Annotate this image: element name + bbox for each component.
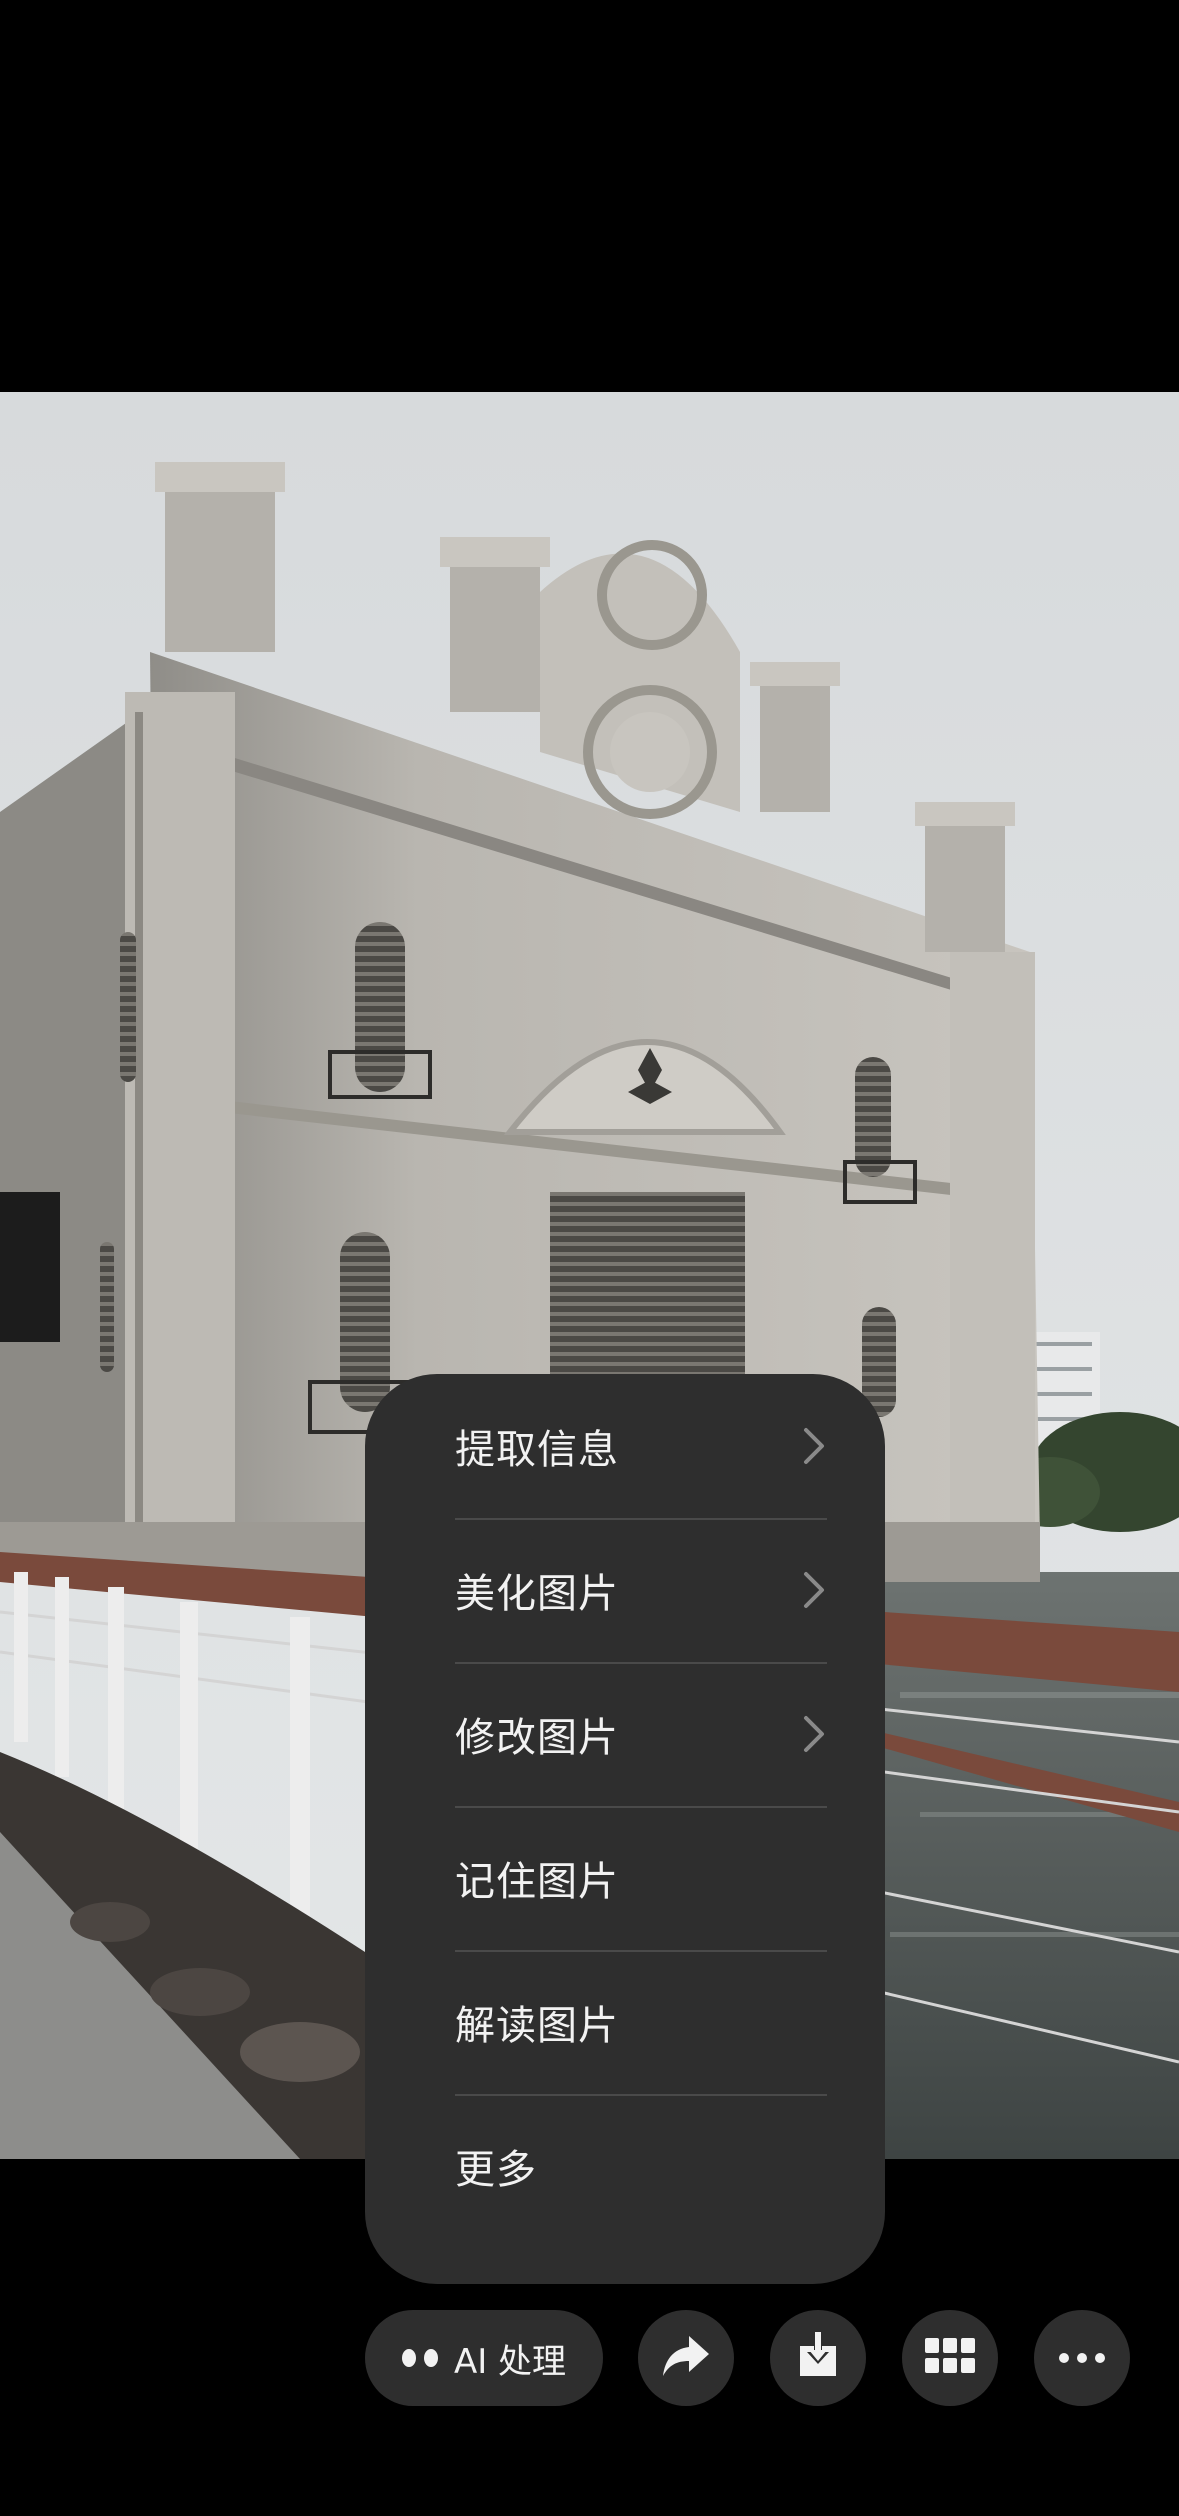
ai-process-label: AI 处理 [453, 2341, 567, 2382]
menu-item-interpret-image[interactable]: 解读图片 [455, 1950, 827, 2094]
menu-item-label: 记住图片 [455, 1859, 619, 1905]
share-icon [661, 2334, 711, 2382]
ai-process-button[interactable]: AI 处理 [365, 2310, 603, 2406]
chevron-right-icon [801, 1570, 827, 1610]
menu-item-beautify-image[interactable]: 美化图片 [455, 1518, 827, 1662]
more-button[interactable] [1034, 2310, 1130, 2406]
download-button[interactable] [770, 2310, 866, 2406]
menu-item-label: 解读图片 [455, 2003, 619, 2049]
download-icon [796, 2332, 840, 2384]
share-button[interactable] [638, 2310, 734, 2406]
menu-item-more[interactable]: 更多 [455, 2094, 827, 2238]
chevron-right-icon [801, 1714, 827, 1754]
ai-dots-icon [401, 2349, 438, 2367]
menu-item-remember-image[interactable]: 记住图片 [455, 1806, 827, 1950]
bottom-toolbar: AI 处理 [0, 2310, 1179, 2406]
ai-context-menu: 提取信息 美化图片 修改图片 记住图片 解读图片 更多 [365, 1374, 885, 2284]
menu-item-label: 提取信息 [455, 1427, 619, 1473]
menu-item-label: 更多 [455, 2147, 537, 2193]
photo-viewer-screen: 提取信息 美化图片 修改图片 记住图片 解读图片 更多 AI 处理 [0, 0, 1179, 2516]
grid-button[interactable] [902, 2310, 998, 2406]
menu-item-extract-info[interactable]: 提取信息 [455, 1374, 827, 1518]
menu-item-label: 修改图片 [455, 1715, 619, 1761]
chevron-right-icon [801, 1426, 827, 1466]
menu-item-label: 美化图片 [455, 1571, 619, 1617]
more-icon [1058, 2349, 1106, 2368]
menu-item-edit-image[interactable]: 修改图片 [455, 1662, 827, 1806]
grid-icon [925, 2338, 975, 2378]
